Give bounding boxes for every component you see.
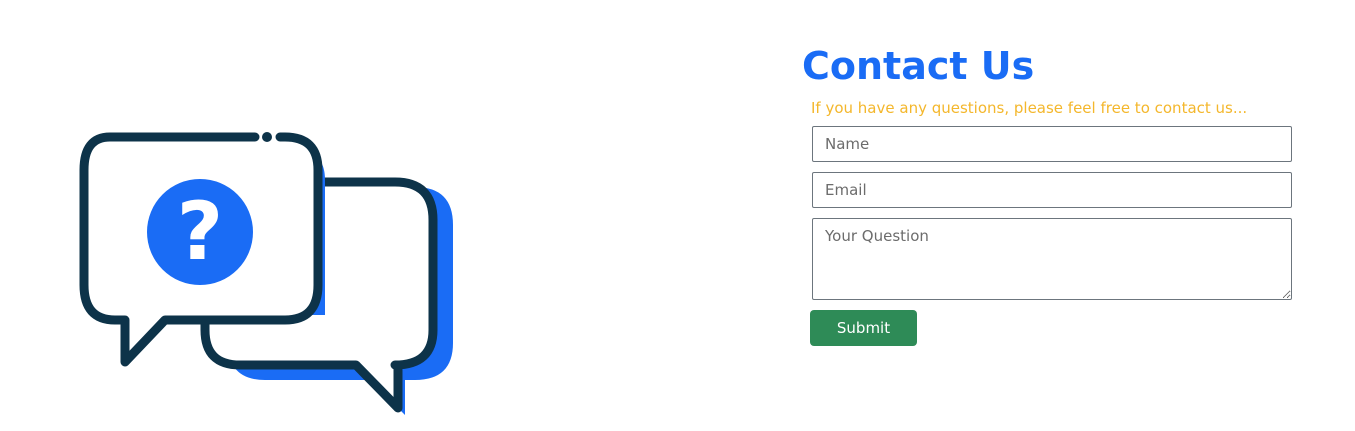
page-title: Contact Us — [802, 44, 1035, 88]
email-input[interactable] — [812, 172, 1292, 208]
contact-page: ? Contact Us If you have any questions, … — [0, 0, 1355, 431]
question-mark: ? — [177, 185, 223, 278]
name-input[interactable] — [812, 126, 1292, 162]
contact-subtitle: If you have any questions, please feel f… — [811, 99, 1248, 117]
contact-form: Submit — [810, 126, 1302, 346]
contact-section: Contact Us If you have any questions, pl… — [802, 40, 1302, 346]
submit-button[interactable]: Submit — [810, 310, 917, 346]
question-textarea[interactable] — [812, 218, 1292, 300]
chat-question-bubbles-icon: ? — [70, 125, 470, 425]
